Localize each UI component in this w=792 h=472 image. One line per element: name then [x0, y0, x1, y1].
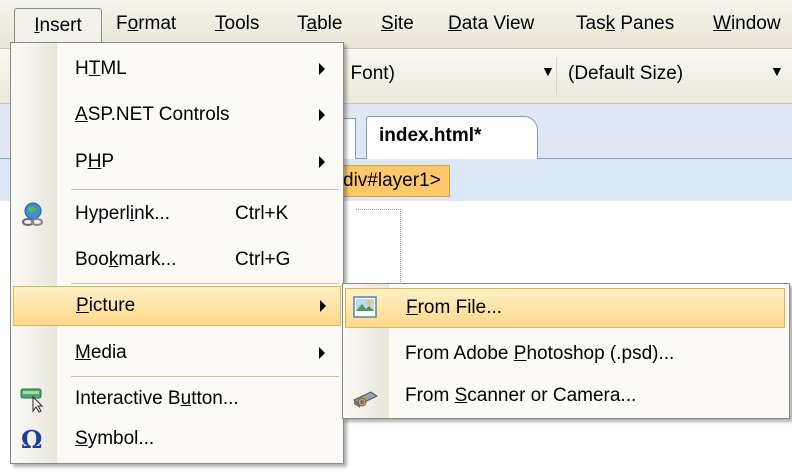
menu-item-label: PHP	[75, 151, 115, 172]
menu-item-picture[interactable]: Picture	[13, 286, 341, 326]
tab-index-html[interactable]: index.html*	[366, 116, 538, 159]
submenu-item-from-photoshop[interactable]: From Adobe Photoshop (.psd)...	[345, 334, 785, 374]
hyperlink-globe-icon	[19, 200, 47, 228]
menu-item-label: Media	[75, 342, 127, 363]
menu-data-view[interactable]: Data View	[448, 12, 534, 36]
font-dropdown-arrow-icon[interactable]: ▼	[541, 63, 555, 79]
scanner-camera-icon	[351, 382, 379, 410]
menu-item-label: HTML	[75, 58, 127, 79]
menu-format[interactable]: Format	[116, 12, 176, 36]
menu-item-html[interactable]: HTML	[13, 49, 341, 89]
tab-label: index.html*	[379, 125, 482, 146]
picture-file-icon	[352, 294, 380, 322]
menu-separator	[71, 189, 339, 190]
menu-item-interactive-button[interactable]: Interactive Button...	[13, 379, 341, 419]
menu-separator	[71, 283, 339, 284]
menu-window[interactable]: Window	[713, 12, 781, 36]
menu-item-label: Picture	[76, 295, 136, 316]
submenu-arrow-icon	[319, 63, 325, 75]
menu-tools[interactable]: Tools	[215, 12, 259, 36]
toolbar-separator	[556, 57, 557, 95]
size-dropdown-arrow-icon[interactable]: ▼	[770, 63, 784, 79]
menu-item-label: ASP.NET Controls	[75, 104, 230, 125]
menu-item-shortcut: Ctrl+G	[235, 249, 291, 270]
menu-item-symbol[interactable]: Ω Symbol...	[13, 419, 341, 459]
omega-symbol-icon: Ω	[19, 425, 47, 454]
menu-item-label: From File...	[406, 297, 503, 318]
menu-item-label: Symbol...	[75, 428, 155, 449]
menu-item-label: Bookmark...	[75, 249, 177, 270]
tag-crumb-div-layer1[interactable]: div#layer1>	[330, 165, 450, 197]
font-size-combo[interactable]: (Default Size)	[568, 63, 683, 85]
interactive-button-icon	[19, 385, 47, 413]
menu-site[interactable]: Site	[381, 12, 414, 36]
menu-task-panes[interactable]: Task Panes	[576, 12, 674, 36]
submenu-arrow-icon	[320, 300, 326, 312]
menu-item-label: Hyperlink...	[75, 203, 171, 224]
menu-item-asp-net-controls[interactable]: ASP.NET Controls	[13, 95, 341, 135]
menu-item-label: From Adobe Photoshop (.psd)...	[405, 343, 675, 364]
svg-text:Ω: Ω	[21, 425, 42, 453]
menu-item-php[interactable]: PHP	[13, 142, 341, 182]
submenu-item-from-scanner[interactable]: From Scanner or Camera...	[345, 376, 785, 416]
menu-separator	[71, 376, 339, 377]
menu-item-label: From Scanner or Camera...	[405, 385, 637, 406]
submenu-arrow-icon	[319, 109, 325, 121]
layer-outline	[356, 209, 401, 290]
menu-item-label: Interactive Button...	[75, 388, 239, 409]
insert-menu-dropdown: HTML ASP.NET Controls PHP Hyperlink... C…	[10, 42, 344, 464]
submenu-item-from-file[interactable]: From File...	[345, 288, 785, 328]
submenu-arrow-icon	[319, 156, 325, 168]
submenu-arrow-icon	[319, 347, 325, 359]
menu-table[interactable]: Table	[297, 12, 342, 36]
menu-insert[interactable]: Insert	[14, 8, 102, 43]
picture-submenu: From File... From Adobe Photoshop (.psd)…	[342, 283, 790, 419]
menu-item-bookmark[interactable]: Bookmark... Ctrl+G	[13, 240, 341, 280]
menu-item-hyperlink[interactable]: Hyperlink... Ctrl+K	[13, 194, 341, 234]
font-name-combo[interactable]: : Font)	[340, 63, 395, 85]
menu-item-shortcut: Ctrl+K	[235, 203, 289, 224]
menu-item-media[interactable]: Media	[13, 333, 341, 373]
